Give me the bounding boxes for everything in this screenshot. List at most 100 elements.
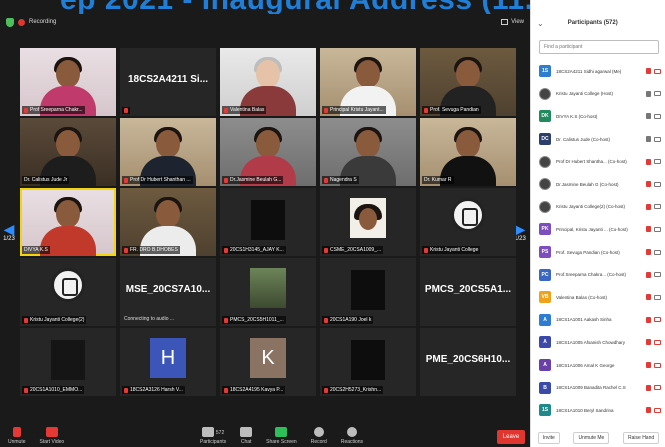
participant-status bbox=[646, 226, 661, 233]
leave-button[interactable]: Leave bbox=[497, 430, 525, 444]
participant-row[interactable]: PC Prof.Sreeparna Chakra... (Co-host) bbox=[531, 263, 665, 286]
tile-name-label: Kristu Jayanti College(2) bbox=[22, 316, 87, 324]
video-tile[interactable]: 20CS1H3145_AJAY K... bbox=[220, 188, 316, 256]
camera-icon bbox=[654, 136, 661, 142]
start-video-button[interactable]: Start Video bbox=[40, 427, 64, 445]
video-tile[interactable]: CSME_20CSA1009_... bbox=[320, 188, 416, 256]
prev-page-button[interactable]: ◀ 1/23 bbox=[3, 222, 15, 242]
share-screen-button[interactable]: Share Screen bbox=[266, 427, 297, 445]
chat-button[interactable]: Chat bbox=[240, 427, 253, 445]
video-tile[interactable]: H 18CS2A3126 Harsh V... bbox=[120, 328, 216, 396]
participant-video bbox=[51, 340, 85, 380]
video-tile[interactable]: K 18CS2A4195 Kavya P... bbox=[220, 328, 316, 396]
participant-status bbox=[646, 407, 661, 414]
participant-row[interactable]: 1S 18CS1A1010 Beryl Sandrina bbox=[531, 399, 665, 420]
video-tile[interactable]: 20CS1A190 Joel k bbox=[320, 258, 416, 326]
mic-off-icon bbox=[646, 203, 651, 210]
video-tile[interactable]: Dr. Calistus Jude Jr bbox=[20, 118, 116, 186]
video-tile[interactable]: PMCS_20CS5A1... bbox=[420, 258, 516, 326]
video-tile[interactable]: Prof Dr Hubert Shanthan ... bbox=[120, 118, 216, 186]
reactions-button[interactable]: Reactions bbox=[341, 427, 363, 445]
chevron-down-icon[interactable]: ⌄ bbox=[537, 19, 544, 28]
participants-button[interactable]: 572 Participants bbox=[200, 427, 226, 445]
invite-button[interactable]: Invite bbox=[537, 431, 560, 444]
participant-row[interactable]: Kristu Jayanti College (Host) bbox=[531, 83, 665, 106]
participant-row[interactable]: A 18CS1A1005 Afsanish Chowdhary bbox=[531, 331, 665, 354]
mic-off-icon bbox=[324, 247, 328, 253]
video-tile[interactable]: Valentina Balas bbox=[220, 48, 316, 116]
participant-status bbox=[646, 113, 661, 120]
participant-row[interactable]: B 18CS1A1009 Banadita Rachel C.S bbox=[531, 376, 665, 399]
shield-icon[interactable] bbox=[6, 17, 14, 27]
mic-off-icon bbox=[646, 339, 651, 346]
video-tile[interactable]: PME_20CS6H10... bbox=[420, 328, 516, 396]
video-tile[interactable]: MSE_20CS7A10... Connecting to audio ... bbox=[120, 258, 216, 326]
tile-name-label: Nagendra S bbox=[322, 176, 359, 184]
video-tile[interactable]: 20CS2H5273_Krishn... bbox=[320, 328, 416, 396]
video-tile[interactable]: Dr.Jasmine Beulah G... bbox=[220, 118, 316, 186]
avatar: VB bbox=[539, 291, 551, 304]
video-tile[interactable]: Dr. Kumar R bbox=[420, 118, 516, 186]
participant-row[interactable]: Dr.Jasmine Beulah G (Co-host) bbox=[531, 173, 665, 196]
participant-row[interactable]: DC Dr. Calistus Jude (Co-host) bbox=[531, 128, 665, 151]
participant-name: Principal, Kristu Jayanti ... (Co-host) bbox=[556, 226, 628, 232]
record-button[interactable]: Record bbox=[311, 427, 327, 445]
video-tile[interactable]: FR. DRO B.DHOBES bbox=[120, 188, 216, 256]
participant-row[interactable]: Kristu Jayanti College(2) (Co-host) bbox=[531, 196, 665, 219]
camera-off-icon bbox=[654, 339, 661, 345]
mic-off-icon bbox=[324, 177, 328, 183]
camera-icon bbox=[654, 249, 661, 255]
active-speaker-tile[interactable]: DIVYA K.S bbox=[20, 188, 116, 256]
avatar: A bbox=[539, 313, 551, 326]
video-tile[interactable]: Principal Kristu Jayant... bbox=[320, 48, 416, 116]
participant-name: 18CS1A1006 Amal K George bbox=[556, 362, 615, 368]
participant-row[interactable]: VB Valentina Balas (Co-host) bbox=[531, 286, 665, 309]
participant-row[interactable]: A 18CS1A1006 Amal K George bbox=[531, 354, 665, 377]
video-tile[interactable]: 20CS1A1010_EMMO... bbox=[20, 328, 116, 396]
participant-name: 18CS1A1010 Beryl Sandrina bbox=[556, 407, 614, 413]
tile-big-name: 18CS2A4211 Si... bbox=[127, 74, 209, 85]
unmute-button[interactable]: Unmute bbox=[8, 427, 26, 445]
mic-off-icon bbox=[424, 107, 428, 113]
view-button[interactable]: View bbox=[501, 19, 524, 25]
video-tile[interactable]: Prof Sreeparna Chakr... bbox=[20, 48, 116, 116]
camera-icon bbox=[654, 181, 661, 187]
video-tile[interactable]: Nagendra S bbox=[320, 118, 416, 186]
camera-off-icon bbox=[654, 68, 661, 74]
participant-name: Prof Dr Hubert Shantha... (Co-host) bbox=[556, 159, 627, 165]
video-tile[interactable]: PMCS_20CS5H1011_... bbox=[220, 258, 316, 326]
smiley-icon bbox=[346, 427, 357, 437]
participant-row[interactable]: Prof Dr Hubert Shantha... (Co-host) bbox=[531, 150, 665, 173]
search-input[interactable] bbox=[539, 40, 659, 54]
participant-row[interactable]: PS Prof. Sevuga Pandian (Co-host) bbox=[531, 241, 665, 264]
avatar: H bbox=[150, 338, 186, 378]
participant-row[interactable]: 1S 18CS2A4211 Sidhi agarwal (Me) bbox=[531, 60, 665, 83]
mic-off-icon bbox=[424, 247, 428, 253]
participant-row[interactable]: A 18CS1A1001 Aakash Sinha bbox=[531, 309, 665, 332]
participant-status bbox=[646, 90, 661, 97]
participant-name: Kristu Jayanti College (Host) bbox=[556, 91, 614, 97]
app-window: ep 2021 - Inaugural Address (11.08.2021)… bbox=[0, 0, 665, 447]
participant-row[interactable]: PK Principal, Kristu Jayanti ... (Co-host… bbox=[531, 218, 665, 241]
participant-name: Prof. Sevuga Pandian (Co-host) bbox=[556, 249, 620, 255]
meeting-topbar: Recording View bbox=[0, 14, 530, 30]
mic-off-icon bbox=[646, 362, 651, 369]
participant-name: 18CS1A1001 Aakash Sinha bbox=[556, 317, 612, 323]
tile-name-label bbox=[122, 107, 130, 114]
participant-row[interactable]: DK DIVYA K.S (Co-host) bbox=[531, 105, 665, 128]
mic-off-icon bbox=[124, 177, 128, 183]
video-tile[interactable]: Kristu Jayanti College(2) bbox=[20, 258, 116, 326]
participant-status bbox=[646, 158, 661, 165]
gallery-grid: Prof Sreeparna Chakr... 18CS2A4211 Si...… bbox=[20, 48, 518, 398]
participant-name: Valentina Balas (Co-host) bbox=[556, 294, 607, 300]
raise-hand-button[interactable]: Raise Hand bbox=[623, 431, 660, 444]
unmute-me-button[interactable]: Unmute Me bbox=[573, 431, 610, 444]
video-tile[interactable]: 18CS2A4211 Si... bbox=[120, 48, 216, 116]
grid-icon bbox=[501, 19, 509, 25]
mic-icon bbox=[646, 90, 651, 97]
video-tile[interactable]: Kristu Jayanti College bbox=[420, 188, 516, 256]
camera-off-icon bbox=[654, 385, 661, 391]
video-tile[interactable]: Prof. Sevuga Pandian bbox=[420, 48, 516, 116]
avatar: DK bbox=[539, 110, 551, 123]
tile-name-label: 18CS2A4195 Kavya P... bbox=[222, 386, 286, 394]
